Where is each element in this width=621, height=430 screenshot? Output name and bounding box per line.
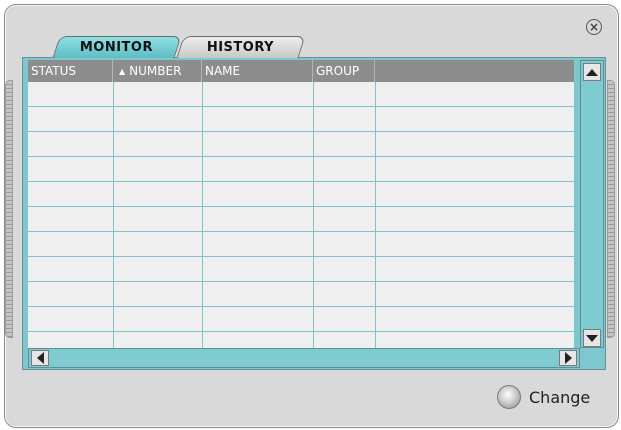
column-header-name[interactable]: NAME bbox=[202, 60, 313, 82]
grid-header: STATUS ▲ NUMBER NAME GROUP bbox=[28, 60, 574, 82]
table-row[interactable] bbox=[28, 132, 574, 157]
tab-monitor-label: MONITOR bbox=[80, 40, 154, 55]
tab-history[interactable]: HISTORY bbox=[176, 36, 306, 58]
column-divider bbox=[113, 82, 114, 349]
arrow-up-icon bbox=[586, 68, 598, 76]
table-row[interactable] bbox=[28, 282, 574, 307]
column-header-status-label: STATUS bbox=[31, 64, 77, 78]
table-row[interactable] bbox=[28, 232, 574, 257]
change-button-label: Change bbox=[529, 387, 591, 407]
horizontal-scrollbar[interactable] bbox=[28, 348, 580, 368]
table-row[interactable] bbox=[28, 107, 574, 132]
column-header-extra[interactable] bbox=[375, 60, 574, 82]
right-resize-handle[interactable] bbox=[607, 80, 615, 338]
close-icon: × bbox=[588, 20, 600, 34]
table-row[interactable] bbox=[28, 257, 574, 282]
column-header-group[interactable]: GROUP bbox=[313, 60, 375, 82]
table-row[interactable] bbox=[28, 182, 574, 207]
column-header-group-label: GROUP bbox=[316, 64, 360, 78]
sort-ascending-icon: ▲ bbox=[119, 67, 126, 76]
table-row[interactable] bbox=[28, 307, 574, 332]
scroll-left-button[interactable] bbox=[31, 350, 49, 366]
vertical-scrollbar[interactable] bbox=[580, 60, 604, 348]
data-grid: STATUS ▲ NUMBER NAME GROUP bbox=[28, 60, 574, 349]
scroll-right-button[interactable] bbox=[559, 350, 577, 366]
column-divider bbox=[375, 82, 376, 349]
left-resize-handle[interactable] bbox=[5, 80, 13, 338]
tab-monitor[interactable]: MONITOR bbox=[52, 36, 182, 58]
tab-strip: MONITOR HISTORY bbox=[20, 36, 580, 58]
table-row[interactable] bbox=[28, 82, 574, 107]
column-header-number-label: NUMBER bbox=[129, 64, 182, 78]
column-header-number[interactable]: ▲ NUMBER bbox=[113, 60, 202, 82]
table-row[interactable] bbox=[28, 207, 574, 232]
change-button[interactable]: Change bbox=[497, 385, 590, 409]
scroll-down-button[interactable] bbox=[583, 329, 601, 347]
arrow-right-icon bbox=[564, 352, 572, 364]
scroll-up-button[interactable] bbox=[583, 63, 601, 81]
column-divider bbox=[202, 82, 203, 349]
column-header-name-label: NAME bbox=[205, 64, 241, 78]
arrow-down-icon bbox=[586, 334, 598, 342]
close-button[interactable]: × bbox=[586, 19, 602, 35]
table-row[interactable] bbox=[28, 332, 574, 349]
radio-orb-icon bbox=[497, 385, 521, 409]
table-row[interactable] bbox=[28, 157, 574, 182]
column-header-status[interactable]: STATUS bbox=[28, 60, 113, 82]
column-divider bbox=[313, 82, 314, 349]
arrow-left-icon bbox=[36, 352, 44, 364]
tab-history-label: HISTORY bbox=[207, 40, 275, 55]
